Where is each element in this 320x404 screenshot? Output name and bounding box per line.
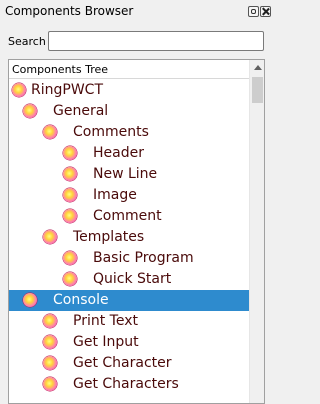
scroll-up-icon[interactable] — [251, 60, 264, 75]
search-label: Search — [8, 35, 46, 48]
scroll-thumb[interactable] — [252, 77, 263, 103]
tree-item-label: Comment — [93, 208, 162, 224]
component-ball-icon — [43, 377, 57, 391]
tree-item-label: New Line — [93, 166, 158, 182]
tree-item[interactable]: Templates — [9, 227, 250, 248]
close-icon[interactable] — [260, 6, 271, 17]
tree-item[interactable]: Basic Program — [9, 248, 250, 269]
tree-item-label: Comments — [73, 124, 149, 140]
tree-item-label: Basic Program — [93, 250, 194, 266]
title-bar: Components Browser — [0, 0, 281, 24]
tree-item-label: Templates — [73, 229, 145, 245]
tree-item-label: Image — [93, 187, 137, 203]
vertical-scrollbar[interactable] — [249, 60, 264, 403]
tree-item-label: General — [53, 103, 109, 119]
tree-item[interactable]: General — [9, 101, 250, 122]
component-ball-icon — [43, 125, 57, 139]
tree-item[interactable]: Get Characters — [9, 374, 250, 395]
tree-item-label: Console — [53, 292, 109, 308]
tree-rows: RingPWCT General Comments Header New Line Ima… — [9, 80, 250, 395]
tree-item[interactable]: Comment — [9, 206, 250, 227]
tree-item[interactable]: Header — [9, 143, 250, 164]
tree-item[interactable]: New Line — [9, 164, 250, 185]
component-ball-icon — [63, 209, 77, 223]
tree-item-label: Print Text — [73, 313, 138, 329]
tree-item-label: Get Characters — [73, 376, 179, 392]
component-ball-icon — [23, 104, 37, 118]
component-ball-icon — [43, 314, 57, 328]
tree-header: Components Tree — [9, 60, 250, 79]
tree-item[interactable]: Image — [9, 185, 250, 206]
float-icon[interactable] — [248, 6, 259, 17]
tree-item[interactable]: Print Text — [9, 311, 250, 332]
tree-item[interactable]: RingPWCT — [9, 80, 250, 101]
tree-item-label: Header — [93, 145, 144, 161]
component-ball-icon — [43, 230, 57, 244]
component-ball-icon — [63, 188, 77, 202]
tree-item[interactable]: Quick Start — [9, 269, 250, 290]
component-ball-icon — [63, 251, 77, 265]
tree-item[interactable]: Get Input — [9, 332, 250, 353]
component-ball-icon — [23, 293, 37, 307]
search-input[interactable] — [48, 31, 264, 51]
tree-item-label: Get Input — [73, 334, 139, 350]
component-ball-icon — [12, 83, 26, 97]
tree-item[interactable]: Get Character — [9, 353, 250, 374]
tree-header-label: Components Tree — [12, 63, 109, 76]
component-ball-icon — [43, 335, 57, 349]
component-ball-icon — [63, 272, 77, 286]
window-title: Components Browser — [5, 4, 134, 18]
component-ball-icon — [43, 356, 57, 370]
components-tree[interactable]: Components Tree RingPWCT General Comments H… — [8, 59, 265, 404]
component-ball-icon — [63, 167, 77, 181]
tree-item-label: RingPWCT — [31, 82, 103, 98]
tree-item-label: Quick Start — [93, 271, 172, 287]
tree-item[interactable]: Comments — [9, 122, 250, 143]
tree-item[interactable]: Console — [9, 290, 250, 311]
component-ball-icon — [63, 146, 77, 160]
tree-item-label: Get Character — [73, 355, 172, 371]
